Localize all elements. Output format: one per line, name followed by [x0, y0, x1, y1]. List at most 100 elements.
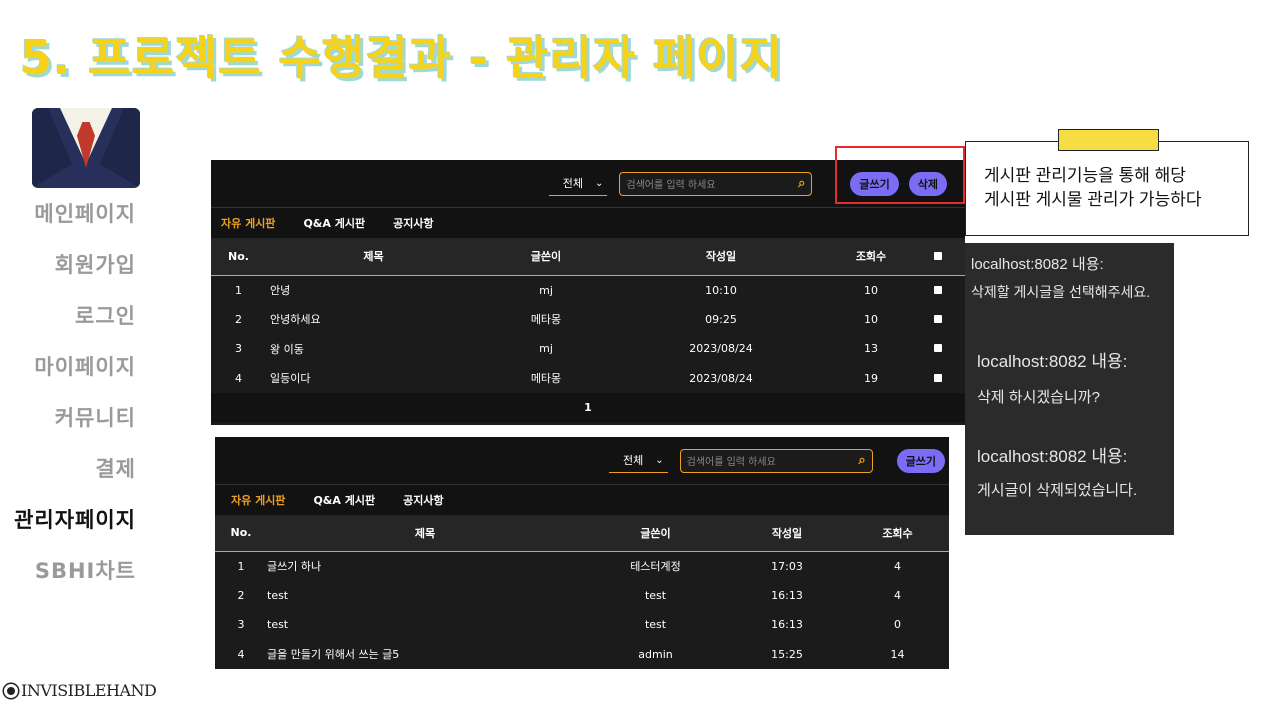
callout-text: 게시판 관리기능을 통해 해당 게시판 게시물 관리가 가능하다: [984, 164, 1202, 212]
row-author: test: [644, 588, 667, 602]
board-after-delete-panel: 전체 ⌄ 검색어를 입력 하세요 ⌕ 글쓰기 자유 게시판 Q&A 게시판 공지…: [215, 437, 949, 669]
nav-item-signup[interactable]: 회원가입: [0, 249, 140, 300]
row-views: 13: [864, 342, 878, 356]
row-author: mj: [539, 283, 553, 297]
table-row[interactable]: 4 글을 만들기 위해서 쓰는 글5 admin 15:25 14: [215, 639, 949, 670]
row-date: 16:13: [771, 618, 803, 632]
row-checkbox[interactable]: [934, 314, 942, 323]
category-select-value: 전체: [622, 454, 644, 467]
row-date: 16:13: [771, 588, 803, 602]
nav-item-sbhi-chart[interactable]: SBHI차트: [0, 555, 140, 606]
row-date: 2023/08/24: [689, 371, 753, 385]
alert-dialog: localhost:8082 내용: 게시글이 삭제되었습니다.: [977, 442, 1137, 500]
tab-free-board[interactable]: 자유 게시판: [221, 215, 275, 231]
search-input[interactable]: 검색어를 입력 하세요 ⌕: [619, 171, 813, 196]
page-title: 5. 프로젝트 수행결과 - 관리자 페이지: [20, 31, 784, 85]
post-table: No. 제목 글쓴이 작성일 조회수 1 글쓰기 하나 테스터계정 17:03 …: [215, 515, 949, 669]
row-no: 4: [237, 647, 245, 661]
side-nav: 메인페이지 회원가입 로그인 마이페이지 커뮤니티 결제 관리자페이지 SBHI…: [0, 198, 140, 606]
col-views: 조회수: [855, 250, 887, 264]
post-table: No. 제목 글쓴이 작성일 조회수 1 안녕 mj 10:10 10 2 안녕…: [211, 238, 965, 393]
pagination: 1: [211, 393, 965, 422]
nav-item-admin[interactable]: 관리자페이지: [0, 504, 140, 555]
row-checkbox[interactable]: [934, 285, 942, 294]
row-no: 3: [237, 618, 245, 632]
row-title[interactable]: 일등이다: [266, 364, 481, 394]
page-number[interactable]: 1: [584, 401, 592, 414]
tab-qna-board[interactable]: Q&A 게시판: [303, 215, 365, 231]
row-title[interactable]: 안녕: [266, 275, 481, 305]
nav-item-payment[interactable]: 결제: [0, 453, 140, 504]
search-placeholder: 검색어를 입력 하세요: [626, 180, 716, 191]
table-row[interactable]: 3 왕 이동 mj 2023/08/24 13: [211, 334, 965, 364]
table-header: No. 제목 글쓴이 작성일 조회수: [211, 238, 965, 275]
tab-notice[interactable]: 공지사항: [403, 492, 443, 508]
row-date: 09:25: [705, 312, 737, 326]
brand-logo: INVISIBLEHAND: [4, 681, 157, 700]
select-all-checkbox[interactable]: [934, 251, 942, 260]
tab-qna-board[interactable]: Q&A 게시판: [313, 492, 375, 508]
brand-dot-icon: [4, 683, 18, 698]
description-callout: 게시판 관리기능을 통해 해당 게시판 게시물 관리가 가능하다: [965, 129, 1249, 236]
row-author: 테스터계정: [630, 560, 681, 573]
tab-notice[interactable]: 공지사항: [393, 215, 433, 231]
chevron-down-icon: ⌄: [594, 177, 604, 189]
row-author: mj: [539, 342, 553, 356]
category-select[interactable]: 전체 ⌄: [548, 171, 608, 196]
table-row[interactable]: 3 test test 16:13 0: [215, 610, 949, 640]
alert-host: localhost:8082 내용:: [977, 447, 1128, 466]
search-input[interactable]: 검색어를 입력 하세요 ⌕: [679, 448, 873, 473]
row-title[interactable]: test: [267, 610, 583, 640]
callout-line-2: 게시판 게시물 관리가 가능하다: [984, 190, 1202, 209]
row-views: 19: [864, 371, 878, 385]
table-row[interactable]: 4 일등이다 메타몽 2023/08/24 19: [211, 363, 965, 394]
row-no: 2: [235, 312, 242, 326]
tab-free-board[interactable]: 자유 게시판: [231, 492, 285, 508]
board-tabs: 자유 게시판 Q&A 게시판 공지사항: [215, 485, 949, 515]
row-title[interactable]: 글을 만들기 위해서 쓰는 글5: [267, 640, 583, 670]
row-checkbox[interactable]: [934, 344, 942, 353]
col-no: No.: [230, 526, 252, 540]
alert-message: 게시글이 삭제되었습니다.: [977, 482, 1138, 499]
nav-item-community[interactable]: 커뮤니티: [0, 402, 140, 453]
col-title: 제목: [414, 526, 436, 540]
col-author: 글쓴이: [640, 526, 671, 540]
row-title[interactable]: 안녕하세요: [266, 305, 481, 335]
alert-message: 삭제할 게시글을 선택해주세요.: [971, 284, 1151, 300]
alert-dialogs-panel: localhost:8082 내용: 삭제할 게시글을 선택해주세요. loca…: [965, 243, 1174, 535]
row-title[interactable]: 글쓰기 하나: [267, 551, 583, 581]
table-row[interactable]: 1 안녕 mj 10:10 10: [211, 275, 965, 305]
callout-line-1: 게시판 관리기능을 통해 해당: [984, 166, 1186, 185]
search-placeholder: 검색어를 입력 하세요: [686, 457, 776, 468]
row-date: 10:10: [705, 283, 737, 297]
highlight-box: [835, 146, 965, 204]
board-toolbar: 전체 ⌄ 검색어를 입력 하세요 ⌕ 글쓰기: [215, 437, 949, 485]
search-icon[interactable]: ⌕: [858, 453, 865, 468]
row-author: 메타몽: [530, 313, 562, 327]
board-tabs: 자유 게시판 Q&A 게시판 공지사항: [211, 208, 965, 238]
nav-item-main[interactable]: 메인페이지: [0, 198, 140, 249]
row-title[interactable]: test: [267, 581, 583, 611]
col-title: 제목: [363, 250, 384, 264]
row-title[interactable]: 왕 이동: [266, 334, 481, 364]
category-select[interactable]: 전체 ⌄: [608, 448, 668, 473]
write-button[interactable]: 글쓰기: [896, 448, 945, 473]
brand-name: INVISIBLEHAND: [21, 681, 157, 700]
nav-item-mypage[interactable]: 마이페이지: [0, 351, 140, 402]
alert-host: localhost:8082 내용:: [971, 256, 1104, 273]
row-views: 4: [894, 559, 901, 573]
row-author: 메타몽: [530, 372, 562, 386]
nav-item-login[interactable]: 로그인: [0, 300, 140, 351]
table-row[interactable]: 1 글쓰기 하나 테스터계정 17:03 4: [215, 551, 949, 581]
alert-host: localhost:8082 내용:: [977, 352, 1128, 371]
col-date: 작성일: [705, 250, 737, 264]
table-row[interactable]: 2 안녕하세요 메타몽 09:25 10: [211, 304, 965, 335]
row-checkbox[interactable]: [934, 373, 942, 382]
table-row[interactable]: 2 test test 16:13 4: [215, 580, 949, 611]
table-header: No. 제목 글쓴이 작성일 조회수: [215, 515, 949, 551]
row-no: 1: [237, 559, 245, 573]
col-date: 작성일: [771, 526, 803, 540]
search-icon[interactable]: ⌕: [798, 176, 805, 191]
row-no: 1: [235, 283, 242, 297]
row-no: 2: [237, 588, 245, 602]
